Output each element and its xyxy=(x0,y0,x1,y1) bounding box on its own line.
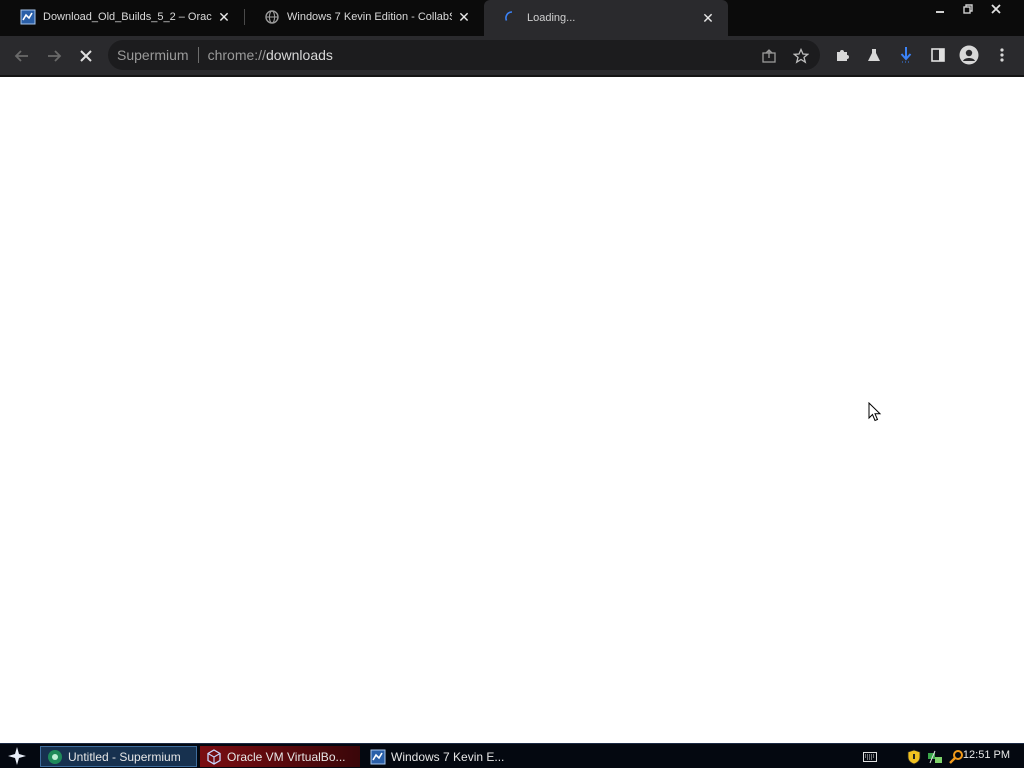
stop-loading-icon[interactable] xyxy=(73,43,99,69)
window-close-icon[interactable] xyxy=(982,0,1010,18)
clock[interactable]: 12:51 PM xyxy=(963,749,1010,761)
browser-toolbar: Supermium chrome://downloads xyxy=(0,36,1024,75)
labs-flask-icon[interactable] xyxy=(864,45,884,65)
mouse-cursor-icon xyxy=(868,402,882,422)
close-icon[interactable]: ✕ xyxy=(452,5,476,29)
profile-avatar-icon[interactable] xyxy=(959,45,979,65)
omnibox-divider xyxy=(197,47,199,63)
tab-windows7-kevin[interactable]: Windows 7 Kevin Edition - CollabSys ✕ xyxy=(244,0,484,34)
virtualbox-doc-icon xyxy=(370,749,386,765)
close-icon[interactable]: ✕ xyxy=(212,5,236,29)
star-bookmark-icon[interactable] xyxy=(792,47,810,65)
side-panel-icon[interactable] xyxy=(928,45,948,65)
share-icon[interactable] xyxy=(760,47,778,65)
omnibox-site-label: Supermium xyxy=(117,47,189,63)
download-arrow-icon[interactable] xyxy=(896,45,916,65)
close-icon[interactable]: ✕ xyxy=(696,6,720,30)
browser-window: Download_Old_Builds_5_2 – Oracle ✕ Windo… xyxy=(0,0,1024,768)
url-host: downloads xyxy=(265,47,333,63)
restore-icon[interactable] xyxy=(954,0,982,18)
tab-title: Download_Old_Builds_5_2 – Oracle xyxy=(43,11,212,23)
window-controls xyxy=(926,0,1010,18)
taskbar-item-label: Windows 7 Kevin E... xyxy=(391,749,505,764)
system-tray xyxy=(858,747,879,767)
system-tray-icons xyxy=(902,747,965,767)
start-button-icon[interactable] xyxy=(6,746,28,766)
loading-spinner-icon xyxy=(504,10,520,26)
back-arrow-icon[interactable] xyxy=(9,43,35,69)
url-scheme: chrome:// xyxy=(207,47,266,63)
tab-loading[interactable]: Loading... ✕ xyxy=(484,0,728,36)
virtualbox-doc-icon xyxy=(20,9,36,25)
keyboard-icon[interactable] xyxy=(861,748,879,766)
tab-strip: Download_Old_Builds_5_2 – Oracle ✕ Windo… xyxy=(0,0,1024,36)
supermium-icon xyxy=(47,749,63,765)
globe-icon xyxy=(264,9,280,25)
taskbar-item-windows7-kevin[interactable]: Windows 7 Kevin E... xyxy=(364,746,524,767)
tab-download-old-builds[interactable]: Download_Old_Builds_5_2 – Oracle ✕ xyxy=(0,0,244,34)
security-shield-icon[interactable] xyxy=(905,748,923,766)
kebab-menu-icon[interactable] xyxy=(992,45,1012,65)
taskbar-item-label: Untitled - Supermium xyxy=(68,749,181,764)
network-icon[interactable] xyxy=(926,748,944,766)
taskbar-item-supermium[interactable]: Untitled - Supermium xyxy=(40,746,197,767)
virtualbox-icon xyxy=(206,748,222,765)
address-bar[interactable]: Supermium chrome://downloads xyxy=(108,40,820,70)
minimize-icon[interactable] xyxy=(926,0,954,18)
taskbar: Untitled - Supermium Oracle VM VirtualBo… xyxy=(0,743,1024,768)
page-content[interactable] xyxy=(0,77,1024,743)
taskbar-item-label: Oracle VM VirtualBo... xyxy=(227,749,346,764)
tab-title: Loading... xyxy=(527,12,576,24)
tab-title: Windows 7 Kevin Edition - CollabSys xyxy=(287,11,452,23)
forward-arrow-icon[interactable] xyxy=(41,43,67,69)
extensions-puzzle-icon[interactable] xyxy=(832,45,852,65)
taskbar-item-virtualbox[interactable]: Oracle VM VirtualBo... xyxy=(200,746,360,767)
